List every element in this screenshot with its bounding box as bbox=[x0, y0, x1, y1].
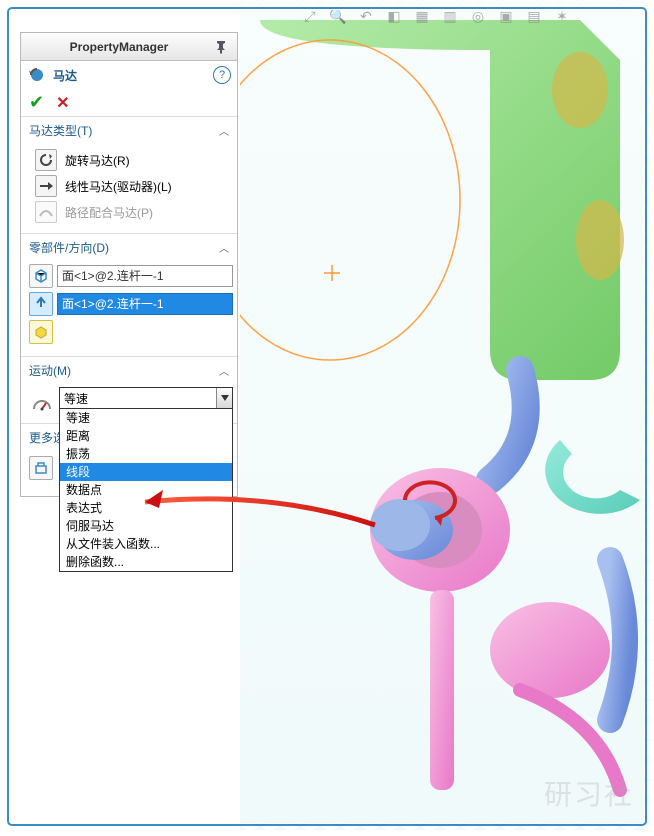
motion-type-dropdown[interactable]: 等速 bbox=[59, 387, 233, 409]
chevron-up-icon: ︿ bbox=[219, 240, 229, 255]
section-title: 运动(M) bbox=[29, 362, 219, 379]
section-view-icon[interactable]: ◧ bbox=[384, 6, 404, 26]
speedometer-icon bbox=[31, 393, 53, 415]
prev-view-icon[interactable]: ↶ bbox=[356, 6, 376, 26]
model-viewport[interactable] bbox=[240, 0, 654, 833]
motion-type-list: 等速距离振荡线段数据点表达式伺服马达从文件装入函数...删除函数... bbox=[59, 408, 233, 572]
motor-direction-field[interactable]: 面<1>@2.连杆一-1 bbox=[57, 293, 233, 315]
load-bearing-faces-icon[interactable] bbox=[29, 456, 53, 480]
section-head-component[interactable]: 零部件/方向(D) ︿ bbox=[21, 234, 237, 260]
direction-select-icon[interactable] bbox=[29, 292, 53, 316]
dropdown-option[interactable]: 距离 bbox=[60, 427, 232, 445]
rotary-motor-icon bbox=[35, 149, 57, 171]
dropdown-option[interactable]: 从文件装入函数... bbox=[60, 535, 232, 553]
view-orient-icon[interactable]: ▦ bbox=[412, 6, 432, 26]
view-settings-icon[interactable]: ✶ bbox=[552, 6, 572, 26]
chevron-up-icon: ︿ bbox=[219, 123, 229, 138]
feature-title-bar: 马达 ? bbox=[21, 61, 237, 89]
dropdown-option[interactable]: 线段 bbox=[60, 463, 232, 481]
section-head-motor-type[interactable]: 马达类型(T) ︿ bbox=[21, 117, 237, 143]
motor-feature-icon bbox=[27, 65, 47, 85]
option-label: 旋转马达(R) bbox=[65, 152, 130, 169]
section-title: 零部件/方向(D) bbox=[29, 239, 219, 256]
help-icon[interactable]: ? bbox=[213, 66, 231, 84]
zoom-fit-icon[interactable]: ⤢ bbox=[300, 6, 320, 26]
dropdown-option[interactable]: 等速 bbox=[60, 409, 232, 427]
pm-header: PropertyManager bbox=[21, 33, 237, 61]
confirm-bar: ✔ ✕ bbox=[21, 89, 237, 117]
face-select-icon[interactable] bbox=[29, 264, 53, 288]
path-motor-icon bbox=[35, 201, 57, 223]
zoom-area-icon[interactable]: 🔍 bbox=[328, 6, 348, 26]
chevron-up-icon: ︿ bbox=[219, 363, 229, 378]
pm-title: PropertyManager bbox=[27, 40, 211, 54]
motor-location-field[interactable]: 面<1>@2.连杆一-1 bbox=[57, 265, 233, 287]
dropdown-option[interactable]: 删除函数... bbox=[60, 553, 232, 571]
edit-appearance-icon[interactable]: ▣ bbox=[496, 6, 516, 26]
section-title: 马达类型(T) bbox=[29, 122, 219, 139]
option-rotary-motor[interactable]: 旋转马达(R) bbox=[29, 147, 233, 173]
component-relative-icon[interactable] bbox=[29, 320, 53, 344]
section-component-direction: 零部件/方向(D) ︿ 面<1>@2.连杆一-1 面<1>@2.连杆一-1 bbox=[21, 234, 237, 357]
display-style-icon[interactable]: ▥ bbox=[440, 6, 460, 26]
option-path-motor: 路径配合马达(P) bbox=[29, 199, 233, 225]
option-label: 线性马达(驱动器)(L) bbox=[65, 178, 172, 195]
apply-scene-icon[interactable]: ▤ bbox=[524, 6, 544, 26]
dropdown-option[interactable]: 振荡 bbox=[60, 445, 232, 463]
section-motion: 运动(M) ︿ 等速 等速距离振荡线段数据点表达式伺服马达从文件装入函数...删… bbox=[21, 357, 237, 424]
dropdown-arrow-icon[interactable] bbox=[216, 388, 232, 408]
section-motor-type: 马达类型(T) ︿ 旋转马达(R) 线性马达(驱动器)(L) 路径配合马达( bbox=[21, 117, 237, 234]
dropdown-value: 等速 bbox=[64, 390, 88, 407]
dropdown-option[interactable]: 数据点 bbox=[60, 481, 232, 499]
property-manager-panel: PropertyManager 马达 ? ✔ ✕ 马达类型(T) ︿ 旋转马达(… bbox=[20, 32, 238, 497]
watermark-text: 研习社 bbox=[544, 773, 634, 813]
dropdown-option[interactable]: 伺服马达 bbox=[60, 517, 232, 535]
view-toolbar: ⤢ 🔍 ↶ ◧ ▦ ▥ ◎ ▣ ▤ ✶ bbox=[300, 6, 572, 32]
pin-icon[interactable] bbox=[211, 37, 231, 57]
ok-button[interactable]: ✔ bbox=[29, 92, 44, 113]
option-linear-motor[interactable]: 线性马达(驱动器)(L) bbox=[29, 173, 233, 199]
hide-show-icon[interactable]: ◎ bbox=[468, 6, 488, 26]
section-head-motion[interactable]: 运动(M) ︿ bbox=[21, 357, 237, 383]
feature-name: 马达 bbox=[53, 67, 213, 84]
cancel-button[interactable]: ✕ bbox=[56, 93, 69, 113]
option-label: 路径配合马达(P) bbox=[65, 204, 153, 221]
linear-motor-icon bbox=[35, 175, 57, 197]
dropdown-option[interactable]: 表达式 bbox=[60, 499, 232, 517]
